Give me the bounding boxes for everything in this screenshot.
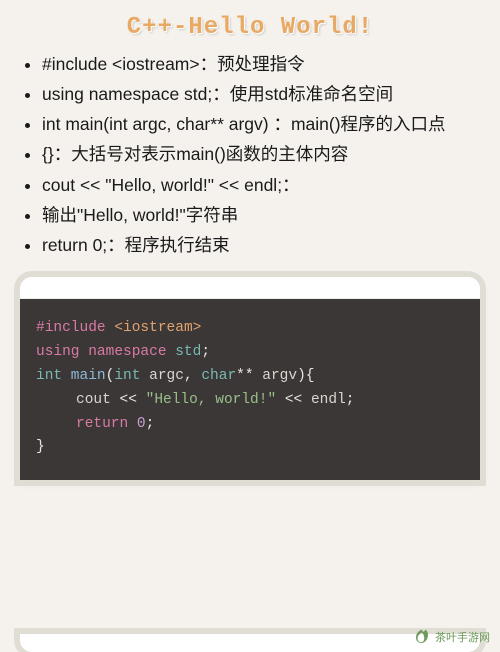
keyword-namespace: namespace [80,344,167,360]
watermark: 茶叶手游网 [413,628,490,646]
code-line: } [36,436,464,460]
code-editor-window: #include <iostream> using namespace std;… [20,277,480,481]
number-literal: 0 [137,416,146,432]
punct: ){ [297,368,314,384]
space [128,416,137,432]
keyword-return: return [76,416,128,432]
explanation-list: #include <iostream>：预处理指令 using namespac… [0,51,500,259]
code-body: #include <iostream> using namespace std;… [20,299,480,481]
list-item: #include <iostream>：预处理指令 [42,51,472,78]
operator: << [276,392,311,408]
punct: ** [236,368,262,384]
monitor-base [20,634,480,652]
page-title: C++-Hello World! [0,0,500,51]
list-item: return 0;：程序执行结束 [42,232,472,259]
list-item: {}：大括号对表示main()函数的主体内容 [42,141,472,168]
keyword-char: char [201,368,236,384]
leaf-icon [413,628,431,646]
identifier-cout: cout [76,392,120,408]
watermark-text: 茶叶手游网 [435,629,490,645]
punct: ; [201,344,210,360]
header-iostream: <iostream> [106,320,202,336]
operator: << [120,392,146,408]
string-literal: "Hello, world!" [146,392,277,408]
keyword-include: #include [36,320,106,336]
punct: } [36,439,45,455]
param-argc: argc [140,368,184,384]
code-line: int main(int argc, char** argv){ [36,365,464,389]
code-line: cout << "Hello, world!" << endl; [36,389,464,413]
window-titlebar [20,277,480,299]
punct: ; [146,416,155,432]
code-line: return 0; [36,413,464,437]
list-item: cout << "Hello, world!" << endl;： [42,172,472,199]
list-item: 输出"Hello, world!"字符串 [42,202,472,229]
list-item: int main(int argc, char** argv) ：main()程… [42,111,472,138]
identifier-endl: endl [311,392,346,408]
keyword-int: int [114,368,140,384]
keyword-int: int [36,368,62,384]
code-line: using namespace std; [36,341,464,365]
list-item: using namespace std;：使用std标准命名空间 [42,81,472,108]
param-argv: argv [262,368,297,384]
func-main: main [62,368,106,384]
code-line: #include <iostream> [36,317,464,341]
punct: ; [346,392,355,408]
keyword-using: using [36,344,80,360]
identifier-std: std [167,344,202,360]
punct: , [184,368,201,384]
